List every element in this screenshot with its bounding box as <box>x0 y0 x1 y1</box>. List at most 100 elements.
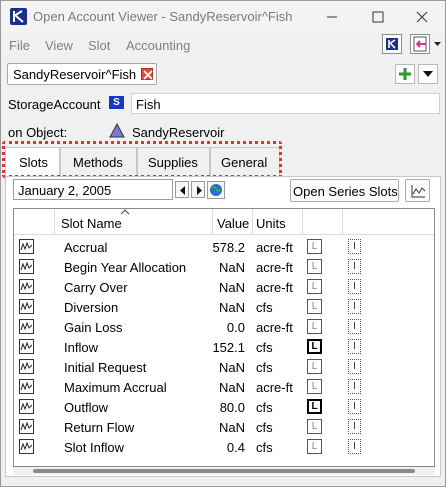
riverware-button[interactable] <box>382 34 402 54</box>
table-row[interactable]: Return Flow NaN cfs L I <box>14 417 434 437</box>
linked-icon[interactable]: L <box>307 419 322 434</box>
linked-icon[interactable]: L <box>307 359 322 374</box>
series-slot-icon[interactable] <box>19 359 34 374</box>
info-icon[interactable]: I <box>348 239 361 254</box>
info-icon[interactable]: I <box>348 379 361 394</box>
slot-units: cfs <box>256 420 273 435</box>
info-icon[interactable]: I <box>348 319 361 334</box>
plus-icon <box>399 68 411 80</box>
linked-icon[interactable]: L <box>307 379 322 394</box>
minimize-button[interactable] <box>309 1 355 33</box>
plot-button[interactable] <box>405 179 430 202</box>
account-name-field[interactable]: Fish <box>131 93 440 114</box>
slot-name: Accrual <box>64 240 108 255</box>
table-row[interactable]: Outflow 80.0 cfs L I <box>14 397 434 417</box>
link-button[interactable] <box>410 34 430 54</box>
menu-slot[interactable]: Slot <box>88 38 110 53</box>
series-slot-icon[interactable] <box>19 339 34 354</box>
slot-value: 578.2 <box>212 240 245 255</box>
globe-button[interactable] <box>207 181 225 199</box>
linked-icon[interactable]: L <box>307 319 322 334</box>
storage-account-label: StorageAccount <box>8 97 101 112</box>
slot-units: acre-ft <box>256 380 293 395</box>
table-row[interactable]: Begin Year Allocation NaN acre-ft L I <box>14 257 434 277</box>
pink-arrow-icon <box>413 36 427 52</box>
linked-icon[interactable]: L <box>307 279 322 294</box>
table-row[interactable]: Carry Over NaN acre-ft L I <box>14 277 434 297</box>
triangle-left-icon <box>180 186 185 195</box>
tab-close-button[interactable] <box>141 68 153 80</box>
account-tab[interactable]: SandyReservoir^Fish <box>7 63 157 85</box>
info-icon[interactable]: I <box>348 339 361 354</box>
table-row[interactable]: Accrual 578.2 acre-ft L I <box>14 237 434 257</box>
next-date-button[interactable] <box>191 181 205 198</box>
menu-accounting[interactable]: Accounting <box>126 38 190 53</box>
slot-units: acre-ft <box>256 240 293 255</box>
info-icon[interactable]: I <box>348 419 361 434</box>
table-row[interactable]: Initial Request NaN cfs L I <box>14 357 434 377</box>
slot-name: Gain Loss <box>64 320 123 335</box>
info-icon[interactable]: I <box>348 279 361 294</box>
header-units[interactable]: Units <box>256 216 286 231</box>
info-icon[interactable]: I <box>348 259 361 274</box>
menu-bar: File View Slot Accounting <box>1 33 445 57</box>
table-row[interactable]: Maximum Accrual NaN acre-ft L I <box>14 377 434 397</box>
series-slot-icon[interactable] <box>19 299 34 314</box>
close-window-button[interactable] <box>399 1 445 33</box>
menu-view[interactable]: View <box>45 38 73 53</box>
table-row[interactable]: Diversion NaN cfs L I <box>14 297 434 317</box>
series-slot-icon[interactable] <box>19 319 34 334</box>
slot-name: Outflow <box>64 400 109 415</box>
link-dropdown[interactable] <box>432 34 443 54</box>
riverware-app-icon <box>10 8 27 25</box>
slot-units: cfs <box>256 340 273 355</box>
slot-value: 0.4 <box>226 440 245 455</box>
info-icon[interactable]: I <box>348 439 361 454</box>
info-icon[interactable]: I <box>348 299 361 314</box>
info-icon[interactable]: I <box>348 359 361 374</box>
linked-icon[interactable]: L <box>307 259 322 274</box>
linked-icon[interactable]: L <box>307 299 322 314</box>
horizontal-scrollbar[interactable] <box>13 467 435 475</box>
series-slot-icon[interactable] <box>19 419 34 434</box>
linked-icon[interactable]: L <box>307 239 322 254</box>
date-field[interactable]: January 2, 2005 <box>13 179 173 200</box>
open-series-slots-button[interactable]: Open Series Slots <box>290 179 399 202</box>
maximize-button[interactable] <box>355 1 401 33</box>
tab-methods[interactable]: Methods <box>60 147 137 176</box>
slot-units: acre-ft <box>256 320 293 335</box>
table-row[interactable]: Inflow 152.1 cfs L I <box>14 337 434 357</box>
header-value[interactable]: Value <box>217 216 249 231</box>
menu-file[interactable]: File <box>9 38 30 53</box>
info-icon[interactable]: I <box>348 399 361 414</box>
scrollbar-thumb[interactable] <box>33 469 415 473</box>
table-row[interactable]: Gain Loss 0.0 acre-ft L I <box>14 317 434 337</box>
slot-value: 0.0 <box>226 320 245 335</box>
account-menu-button[interactable] <box>418 64 438 84</box>
slot-name: Inflow <box>64 340 98 355</box>
header-slot-name[interactable]: Slot Name <box>61 216 122 231</box>
tab-general[interactable]: General <box>210 147 280 176</box>
series-slot-icon[interactable] <box>19 239 34 254</box>
reservoir-icon[interactable] <box>108 122 126 140</box>
table-row[interactable]: Slot Inflow 0.4 cfs L I <box>14 437 434 457</box>
linked-icon[interactable]: L <box>307 339 322 354</box>
slot-units: acre-ft <box>256 260 293 275</box>
add-account-button[interactable] <box>395 64 415 84</box>
linked-icon[interactable]: L <box>307 439 322 454</box>
series-slot-icon[interactable] <box>19 259 34 274</box>
linked-icon[interactable]: L <box>307 399 322 414</box>
slot-units: cfs <box>256 400 273 415</box>
tab-supplies[interactable]: Supplies <box>137 147 210 176</box>
previous-date-button[interactable] <box>175 181 189 198</box>
series-slot-icon[interactable] <box>19 279 34 294</box>
series-slot-icon[interactable] <box>19 399 34 414</box>
riverware-icon <box>386 38 398 50</box>
close-icon <box>143 70 153 80</box>
series-slot-icon[interactable] <box>19 439 34 454</box>
tab-slots[interactable]: Slots <box>5 147 60 176</box>
globe-icon <box>207 181 225 199</box>
object-name[interactable]: SandyReservoir <box>132 125 225 140</box>
slot-name: Maximum Accrual <box>64 380 167 395</box>
series-slot-icon[interactable] <box>19 379 34 394</box>
